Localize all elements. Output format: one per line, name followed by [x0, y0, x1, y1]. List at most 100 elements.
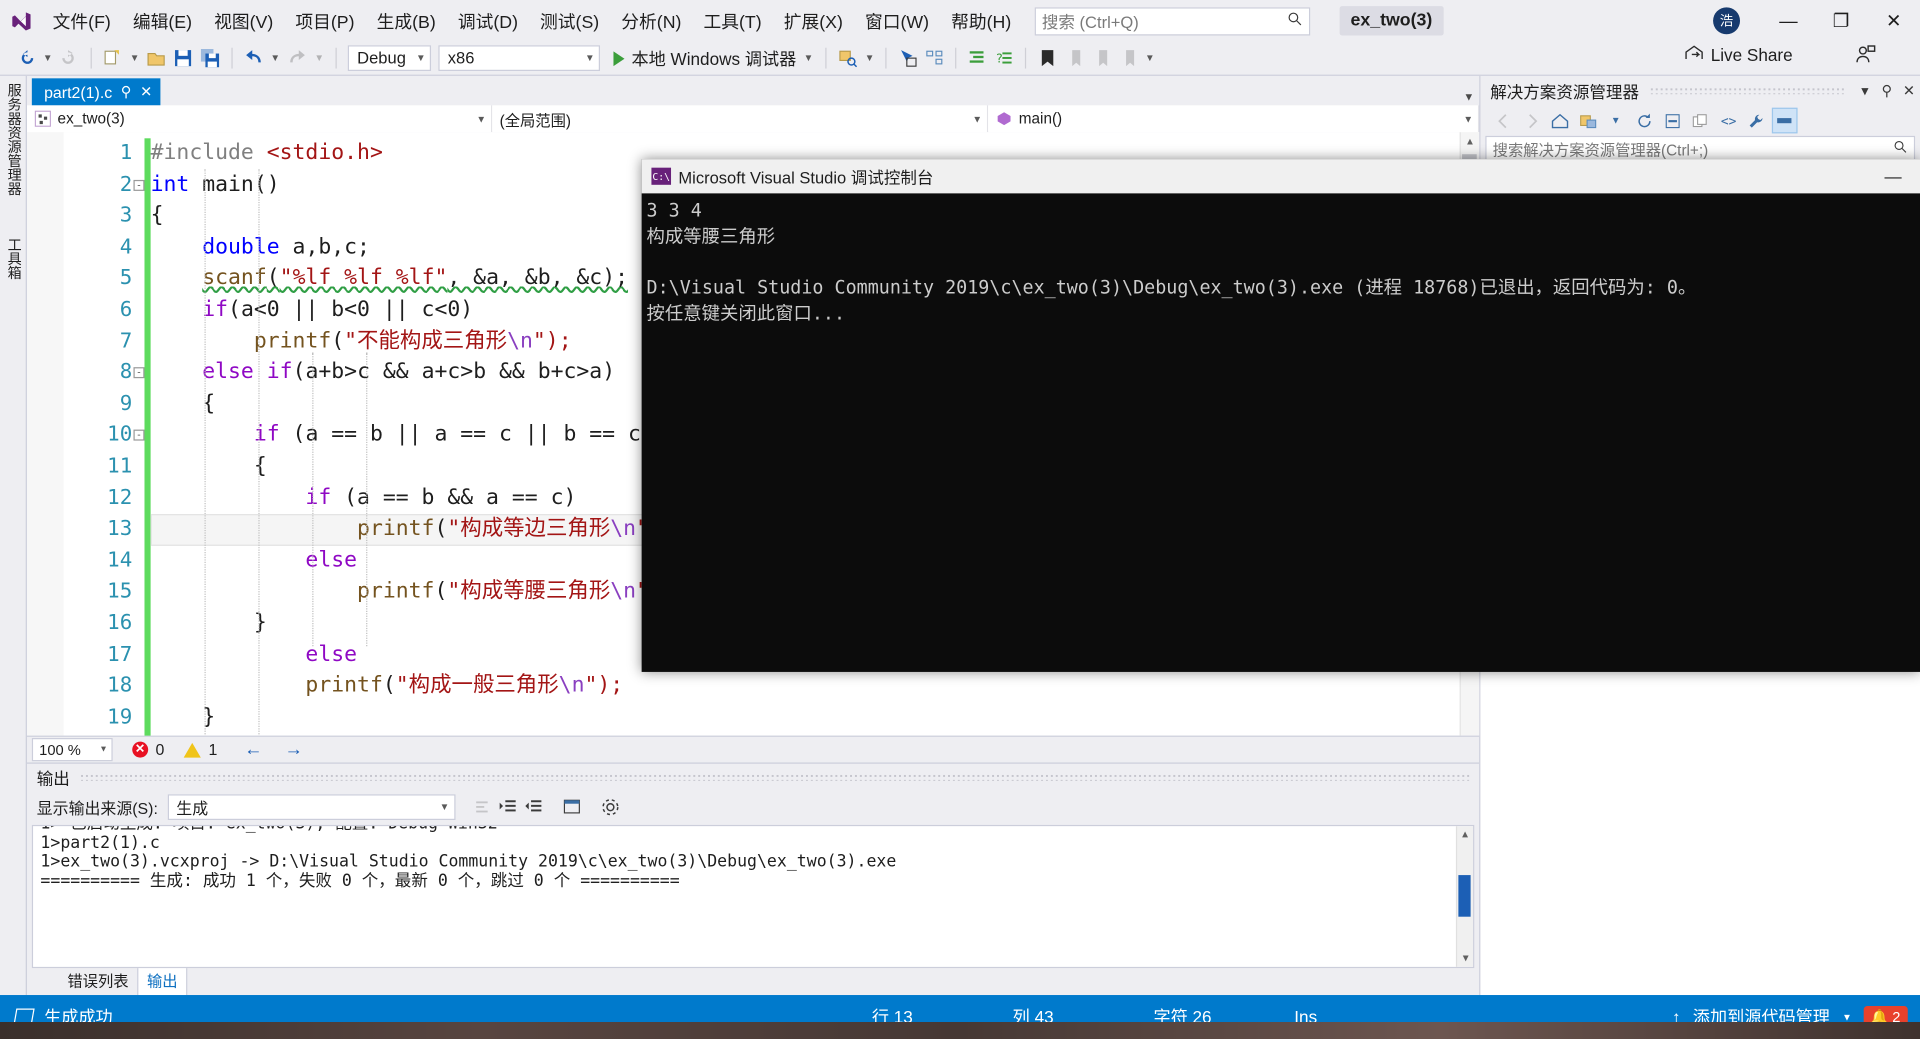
bookmark-icon[interactable]	[1034, 45, 1061, 72]
navigate-back-chevron-down-icon[interactable]: ▼	[39, 53, 56, 64]
pin-icon[interactable]: ⚲	[1876, 82, 1898, 99]
menu-analyze[interactable]: 分析(N)	[610, 2, 692, 40]
attach-to-process-icon[interactable]	[834, 45, 861, 72]
toolbox-tab[interactable]: 工具箱	[4, 237, 24, 279]
output-text-area[interactable]: 1> 已启动生成: 项目: ex_two(3), 配置: Debug Win32…	[31, 824, 1475, 969]
home-icon[interactable]	[1547, 108, 1573, 134]
menu-build[interactable]: 生成(B)	[366, 2, 447, 40]
preview-selected-items-icon[interactable]	[1771, 107, 1798, 134]
code-line[interactable]: }	[151, 702, 1480, 733]
editor-tab-part2[interactable]: part2(1).c ⚲ ✕	[31, 78, 160, 106]
avatar[interactable]: 浩	[1713, 7, 1741, 35]
menu-view[interactable]: 视图(V)	[203, 2, 284, 40]
console-output-text[interactable]: 3 3 4 构成等腰三角形 D:\Visual Studio Community …	[642, 193, 1920, 326]
project-scope-combo[interactable]: ex_two(3) ▼	[26, 105, 493, 133]
refresh-icon[interactable]	[1631, 108, 1657, 134]
tab-error-list[interactable]: 错误列表	[59, 964, 137, 995]
menu-file[interactable]: 文件(F)	[42, 2, 122, 40]
view-code-icon[interactable]: <>	[1716, 108, 1742, 134]
toolbar-overflow-icon[interactable]: ▼	[1141, 53, 1158, 64]
new-project-chevron-down-icon[interactable]: ▼	[126, 53, 143, 64]
properties-icon[interactable]	[597, 794, 623, 820]
drag-grip[interactable]	[1648, 86, 1845, 95]
fold-toggle-icon[interactable]: -	[133, 179, 145, 191]
menu-test[interactable]: 测试(S)	[529, 2, 610, 40]
toolbar-separator	[955, 47, 957, 69]
menu-window[interactable]: 窗口(W)	[854, 2, 940, 40]
close-icon[interactable]: ✕	[1898, 82, 1920, 99]
chevron-down-icon[interactable]: ▼	[1603, 108, 1629, 134]
debug-console-window[interactable]: C:\ Microsoft Visual Studio 调试控制台 — 3 3 …	[641, 159, 1920, 672]
output-vertical-scrollbar[interactable]: ▲ ▼	[1455, 826, 1474, 967]
menu-extensions[interactable]: 扩展(X)	[773, 2, 854, 40]
scrollbar-thumb[interactable]	[1458, 875, 1471, 917]
navigate-forward-icon[interactable]: →	[285, 739, 303, 760]
chevron-down-icon[interactable]: ▾	[1854, 82, 1876, 99]
maximize-button[interactable]: ❐	[1815, 2, 1868, 39]
console-minimize-button[interactable]: —	[1866, 166, 1920, 186]
quick-search-input[interactable]: 搜索 (Ctrl+Q)	[1034, 6, 1311, 35]
undo-chevron-down-icon[interactable]: ▼	[267, 53, 284, 64]
minimize-button[interactable]: —	[1762, 2, 1815, 39]
code-line[interactable]: printf("构成一般三角形\n");	[151, 671, 1480, 702]
code-line[interactable]: else	[151, 733, 1480, 735]
scroll-up-icon[interactable]: ▲	[1461, 132, 1479, 150]
start-debugging-button[interactable]: 本地 Windows 调试器 ▼	[608, 46, 818, 70]
configuration-combo[interactable]: Debug ▼	[347, 45, 431, 71]
close-icon[interactable]: ✕	[140, 83, 152, 100]
scroll-down-icon[interactable]: ▼	[1457, 950, 1473, 967]
fold-toggle-icon[interactable]: -	[133, 367, 145, 379]
function-scope-combo[interactable]: main() ▼	[988, 105, 1480, 133]
select-element-icon[interactable]	[894, 45, 921, 72]
pending-changes-icon[interactable]	[1575, 108, 1601, 134]
drag-grip[interactable]	[79, 773, 1470, 781]
platform-combo[interactable]: x86 ▼	[437, 45, 600, 71]
show-all-files-icon[interactable]	[1687, 108, 1713, 134]
chevron-down-icon[interactable]: ▼	[1842, 1012, 1852, 1023]
attach-chevron-down-icon[interactable]: ▼	[861, 53, 878, 64]
error-count-chip[interactable]: ✕ 0	[132, 740, 164, 759]
save-all-icon[interactable]	[197, 45, 224, 72]
breakpoint-glyph-margin[interactable]	[26, 132, 64, 736]
project-scope-value: ex_two(3)	[57, 110, 125, 128]
menu-project[interactable]: 项目(P)	[284, 2, 365, 40]
new-project-icon[interactable]	[99, 45, 126, 72]
open-file-icon[interactable]	[143, 45, 170, 72]
global-scope-combo[interactable]: (全局范围) ▼	[492, 105, 989, 133]
undo-icon[interactable]	[240, 45, 267, 72]
zoom-combo[interactable]: 100 % ▼	[31, 738, 113, 762]
feedback-person-icon[interactable]	[1855, 44, 1876, 71]
properties-wrench-icon[interactable]	[1744, 108, 1770, 134]
menu-bar[interactable]: 文件(F) 编辑(E) 视图(V) 项目(P) 生成(B) 调试(D) 测试(S…	[42, 2, 1023, 40]
navigate-backward-icon[interactable]: ←	[244, 739, 262, 760]
pin-icon[interactable]: ⚲	[121, 83, 132, 100]
show-output-window-icon[interactable]	[560, 794, 586, 820]
comment-help-icon[interactable]: ?	[991, 45, 1018, 72]
menu-tools[interactable]: 工具(T)	[692, 2, 772, 40]
live-visual-tree-icon[interactable]	[921, 45, 948, 72]
collapse-all-icon[interactable]	[1659, 108, 1685, 134]
chevron-down-icon[interactable]: ▼	[796, 53, 814, 64]
live-share-button[interactable]: Live Share	[1685, 44, 1793, 66]
toggle-word-wrap-icon[interactable]	[522, 794, 548, 820]
indent-guide	[258, 168, 260, 736]
save-icon[interactable]	[170, 45, 197, 72]
format-document-icon[interactable]	[964, 45, 991, 72]
code-token: (a == b || a == c || b == c)	[279, 422, 654, 448]
solution-explorer-search-input[interactable]: 搜索解决方案资源管理器(Ctrl+;)	[1485, 135, 1916, 162]
navigate-back-icon[interactable]	[12, 45, 39, 72]
fold-toggle-icon[interactable]: -	[133, 430, 145, 442]
server-explorer-tab[interactable]: 服务器资源管理器	[4, 83, 24, 196]
scroll-up-icon[interactable]: ▲	[1457, 826, 1473, 843]
menu-debug[interactable]: 调试(D)	[447, 2, 529, 40]
menu-edit[interactable]: 编辑(E)	[122, 2, 203, 40]
clear-all-icon[interactable]	[496, 794, 522, 820]
warning-count-chip[interactable]: 1	[183, 740, 217, 759]
close-button[interactable]: ✕	[1867, 2, 1920, 39]
output-pane: 输出 显示输出来源(S): 生成 ▼ 1>part2(1).c 1>ex_two…	[26, 762, 1480, 969]
output-source-combo[interactable]: 生成 ▼	[167, 793, 456, 820]
tab-overflow-chevron-down-icon[interactable]: ▼	[1463, 91, 1479, 103]
menu-help[interactable]: 帮助(H)	[940, 2, 1022, 40]
console-title-bar[interactable]: C:\ Microsoft Visual Studio 调试控制台 —	[641, 159, 1920, 194]
